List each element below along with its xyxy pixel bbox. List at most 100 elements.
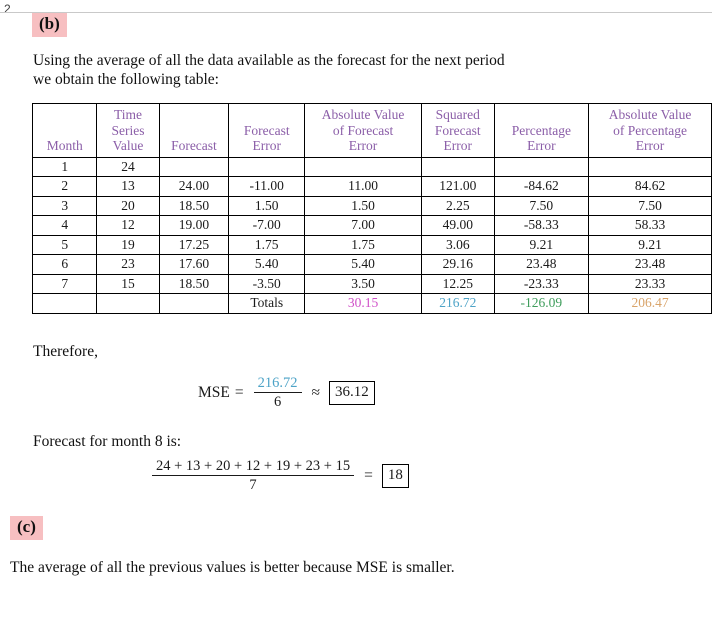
cell-forecast: 18.50 bbox=[158, 195, 230, 216]
cell-abs-pct-error: 58.33 bbox=[588, 215, 712, 236]
mse-denominator: 6 bbox=[273, 394, 282, 411]
forecast-equals-sign: = bbox=[364, 466, 373, 484]
column-header-percentage-error: Percentage Error bbox=[493, 103, 590, 158]
forecast-fraction: 24 + 13 + 20 + 12 + 19 + 23 + 15 7 bbox=[152, 458, 355, 494]
cell-month: 7 bbox=[31, 273, 98, 294]
cell-error: 5.40 bbox=[228, 254, 306, 275]
total-absolute-error: 30.15 bbox=[304, 293, 422, 314]
cell-month: 3 bbox=[31, 195, 98, 216]
cell-abs-error bbox=[304, 156, 422, 177]
column-header-absolute-value-of-percentage-error: Absolute Value of Percentage Error bbox=[588, 103, 712, 158]
cell-forecast: 19.00 bbox=[158, 215, 230, 236]
cell-value: 20 bbox=[96, 195, 160, 216]
cell-sq-error: 3.06 bbox=[420, 234, 495, 255]
cell-sq-error bbox=[420, 156, 495, 177]
cell-sq-error: 29.16 bbox=[420, 254, 495, 275]
forecast-numerator: 24 + 13 + 20 + 12 + 19 + 23 + 15 bbox=[156, 458, 351, 474]
cell-month: 1 bbox=[31, 156, 98, 177]
column-header-squared-forecast-error: Squared Forecast Error bbox=[420, 103, 495, 158]
mse-numerator: 216.72 bbox=[257, 375, 298, 391]
forecast-denominator: 7 bbox=[249, 477, 257, 494]
cell-abs-pct-error: 23.33 bbox=[588, 273, 712, 294]
column-header-month: Month bbox=[31, 103, 98, 158]
table-row: 5 19 17.25 1.75 1.75 3.06 9.21 9.21 bbox=[31, 234, 712, 255]
cell-abs-error: 1.50 bbox=[304, 195, 422, 216]
totals-label: Totals bbox=[228, 293, 306, 314]
cell-forecast: 24.00 bbox=[158, 176, 230, 197]
cell-pct-error: 23.48 bbox=[493, 254, 590, 275]
cell-sq-error: 49.00 bbox=[420, 215, 495, 236]
cell-sq-error: 12.25 bbox=[420, 273, 495, 294]
forecast-lead-text: Forecast for month 8 is: bbox=[33, 433, 182, 450]
totals-empty-forecast bbox=[158, 293, 230, 314]
cell-pct-error: -84.62 bbox=[493, 176, 590, 197]
intro-paragraph: Using the average of all the data availa… bbox=[33, 52, 505, 88]
forecast-table-container: Month Time Series Value Forecast Forecas… bbox=[31, 103, 712, 314]
cell-abs-pct-error bbox=[588, 156, 712, 177]
header-divider bbox=[0, 12, 712, 13]
table-row: 4 12 19.00 -7.00 7.00 49.00 -58.33 58.33 bbox=[31, 215, 712, 236]
cell-sq-error: 121.00 bbox=[420, 176, 495, 197]
cell-forecast: 17.25 bbox=[158, 234, 230, 255]
cell-month: 4 bbox=[31, 215, 98, 236]
cell-month: 5 bbox=[31, 234, 98, 255]
cell-pct-error: 7.50 bbox=[493, 195, 590, 216]
cell-value: 15 bbox=[96, 273, 160, 294]
part-label-c: (c) bbox=[10, 516, 43, 540]
table-totals-row: Totals 30.15 216.72 -126.09 206.47 bbox=[31, 293, 712, 314]
cell-value: 13 bbox=[96, 176, 160, 197]
cell-sq-error: 2.25 bbox=[420, 195, 495, 216]
mse-approx-sign: ≈ bbox=[311, 383, 321, 401]
therefore-text: Therefore, bbox=[33, 343, 98, 360]
forecast-table: Month Time Series Value Forecast Forecas… bbox=[31, 103, 712, 314]
cell-forecast: 18.50 bbox=[158, 273, 230, 294]
cell-error: -11.00 bbox=[228, 176, 306, 197]
cell-month: 6 bbox=[31, 254, 98, 275]
forecast-equation: 24 + 13 + 20 + 12 + 19 + 23 + 15 7 = 18 bbox=[147, 458, 409, 493]
cell-error: -3.50 bbox=[228, 273, 306, 294]
cell-abs-error: 1.75 bbox=[304, 234, 422, 255]
cell-value: 12 bbox=[96, 215, 160, 236]
cell-error: 1.50 bbox=[228, 195, 306, 216]
cell-abs-pct-error: 23.48 bbox=[588, 254, 712, 275]
mse-equals-sign: = bbox=[234, 383, 244, 401]
cell-abs-pct-error: 9.21 bbox=[588, 234, 712, 255]
cell-pct-error: 9.21 bbox=[493, 234, 590, 255]
cell-abs-pct-error: 7.50 bbox=[588, 195, 712, 216]
totals-empty-month bbox=[31, 293, 98, 314]
column-header-absolute-value-of-forecast-error: Absolute Value of Forecast Error bbox=[304, 103, 422, 158]
column-header-forecast: Forecast bbox=[158, 103, 230, 158]
cell-pct-error: -23.33 bbox=[493, 273, 590, 294]
column-header-time-series-value: Time Series Value bbox=[96, 103, 160, 158]
cell-error bbox=[228, 156, 306, 177]
cell-error: 1.75 bbox=[228, 234, 306, 255]
total-absolute-percentage-error: 206.47 bbox=[588, 293, 712, 314]
cell-forecast bbox=[158, 156, 230, 177]
cell-abs-error: 7.00 bbox=[304, 215, 422, 236]
table-row: 2 13 24.00 -11.00 11.00 121.00 -84.62 84… bbox=[31, 176, 712, 197]
cell-abs-pct-error: 84.62 bbox=[588, 176, 712, 197]
mse-label: MSE bbox=[198, 383, 230, 401]
column-header-forecast-error: Forecast Error bbox=[228, 103, 306, 158]
cell-pct-error: -58.33 bbox=[493, 215, 590, 236]
cell-abs-error: 3.50 bbox=[304, 273, 422, 294]
cell-abs-error: 5.40 bbox=[304, 254, 422, 275]
mse-fraction: 216.72 6 bbox=[253, 375, 302, 411]
table-header: Month Time Series Value Forecast Forecas… bbox=[31, 103, 712, 158]
cell-value: 23 bbox=[96, 254, 160, 275]
part-label-b: (b) bbox=[32, 13, 67, 37]
cell-month: 2 bbox=[31, 176, 98, 197]
table-row: 7 15 18.50 -3.50 3.50 12.25 -23.33 23.33 bbox=[31, 273, 712, 294]
table-body: 1 24 2 13 24.00 -11.00 11.00 121.00 -84.… bbox=[31, 156, 712, 314]
table-header-row: Month Time Series Value Forecast Forecas… bbox=[31, 103, 712, 158]
cell-value: 19 bbox=[96, 234, 160, 255]
table-row: 3 20 18.50 1.50 1.50 2.25 7.50 7.50 bbox=[31, 195, 712, 216]
forecast-result: 18 bbox=[381, 463, 409, 488]
table-row: 6 23 17.60 5.40 5.40 29.16 23.48 23.48 bbox=[31, 254, 712, 275]
cell-error: -7.00 bbox=[228, 215, 306, 236]
page-number: 2 bbox=[4, 2, 11, 16]
cell-value: 24 bbox=[96, 156, 160, 177]
totals-empty-value bbox=[96, 293, 160, 314]
total-percentage-error: -126.09 bbox=[493, 293, 590, 314]
total-squared-error: 216.72 bbox=[420, 293, 495, 314]
